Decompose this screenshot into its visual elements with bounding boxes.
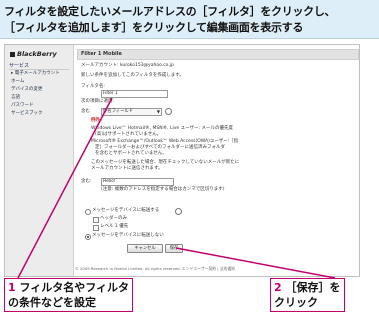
leader-line-2 — [175, 247, 336, 279]
callout-2: 2 ［保存］を クリック — [270, 278, 345, 312]
callout-2-number: 2 — [274, 281, 282, 294]
callout-1-number: 1 — [8, 281, 16, 294]
leader-line-1 — [17, 97, 113, 279]
callout-1-text-1: フィルタ名やフィルタ — [19, 281, 130, 294]
callout-1-text-2: の条件などを設定 — [8, 296, 96, 309]
callout-2-text-1: ［保存］を — [285, 281, 341, 294]
callout-leader-lines — [17, 97, 336, 279]
callout-2-text-2: クリック — [274, 296, 318, 309]
callout-1: 1 フィルタ名やフィルタ の条件などを設定 — [4, 278, 134, 312]
